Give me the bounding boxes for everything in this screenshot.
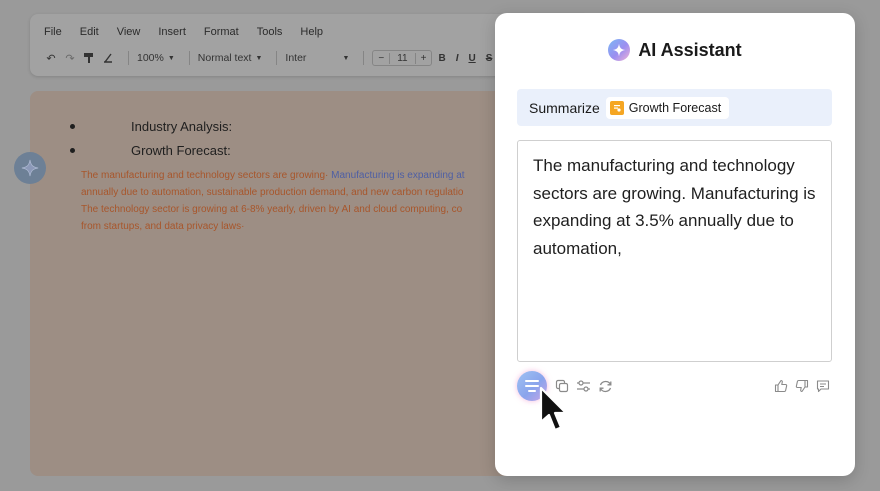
menu-bar: File Edit View Insert Format Tools Help	[44, 26, 341, 38]
adjust-icon[interactable]	[575, 378, 591, 394]
chevron-down-icon: ▼	[255, 54, 263, 62]
toolbar-divider	[128, 51, 129, 65]
menu-help[interactable]: Help	[300, 26, 323, 38]
regenerate-icon[interactable]	[597, 378, 613, 394]
bullet-dot	[70, 148, 75, 153]
paragraph-line: annually due to automation, sustainable …	[81, 184, 511, 201]
undo-icon[interactable]: ↶	[44, 51, 58, 65]
underline-button[interactable]: U	[468, 53, 475, 64]
text-segment: The technology sector is growing at 6-8%…	[81, 204, 463, 215]
toolbar-divider	[363, 51, 365, 65]
bullet-text: Growth Forecast:	[131, 143, 231, 158]
menu-tools[interactable]: Tools	[257, 26, 283, 38]
document-paragraph: The manufacturing and technology sectors…	[81, 167, 511, 235]
menu-format[interactable]: Format	[204, 26, 239, 38]
chevron-down-icon: ▼	[342, 54, 350, 62]
panel-header: AI Assistant	[495, 39, 855, 61]
font-size-decrease-button[interactable]: −	[373, 53, 389, 64]
text-segment: Manufacturing is expanding at	[331, 170, 465, 181]
paint-format-icon[interactable]	[82, 51, 96, 65]
paragraph-line: The technology sector is growing at 6-8%…	[81, 201, 511, 218]
clear-format-icon[interactable]	[101, 51, 115, 65]
font-size-increase-button[interactable]: +	[416, 53, 432, 64]
prompt-bar: Summarize Growth Forecast	[517, 89, 832, 126]
output-text: The manufacturing and technology sectors…	[533, 156, 816, 258]
prompt-action: Summarize	[529, 99, 600, 116]
menu-edit[interactable]: Edit	[80, 26, 99, 38]
ai-launcher-button[interactable]	[14, 152, 46, 184]
bold-button[interactable]: B	[438, 53, 445, 64]
menu-insert[interactable]: Insert	[158, 26, 186, 38]
chip-label: Growth Forecast	[628, 100, 722, 115]
sparkle-icon	[21, 159, 39, 177]
style-select[interactable]: Normal text	[198, 52, 252, 64]
italic-button[interactable]: I	[456, 53, 459, 64]
output-box[interactable]: The manufacturing and technology sectors…	[517, 140, 832, 362]
thumbs-down-icon[interactable]	[794, 378, 810, 394]
bullet-text: Industry Analysis:	[131, 119, 233, 134]
toolbar-divider	[276, 51, 278, 65]
zoom-select[interactable]: 100%	[137, 52, 164, 64]
menu-view[interactable]: View	[117, 26, 141, 38]
mouse-cursor-icon	[539, 386, 568, 432]
strikethrough-button[interactable]: S	[486, 53, 493, 64]
toolbar-divider	[188, 51, 190, 65]
text-segment: The manufacturing and technology sectors…	[81, 170, 332, 181]
font-size-stepper: − 11 +	[372, 50, 433, 66]
text-segment: annually due to automation, sustainable …	[81, 187, 464, 198]
font-select[interactable]: Inter	[285, 52, 306, 64]
context-chip[interactable]: Growth Forecast	[605, 96, 730, 119]
panel-title: AI Assistant	[638, 39, 742, 60]
list-item: Industry Analysis:	[70, 119, 232, 134]
text-segment: from startups, and data privacy laws·	[81, 221, 245, 232]
format-toolbar: ↶ ↷ 100% ▼ Normal text ▼ Inter ▼ − 11 + …	[44, 50, 520, 66]
thumbs-up-icon[interactable]	[773, 378, 789, 394]
paragraph-line: The manufacturing and technology sectors…	[81, 167, 511, 184]
chevron-down-icon: ▼	[167, 54, 175, 62]
paragraph-line: from startups, and data privacy laws·	[81, 218, 511, 235]
bullet-dot	[70, 124, 75, 129]
sparkle-icon	[608, 39, 631, 61]
list-item: Growth Forecast:	[70, 143, 231, 158]
document-icon	[609, 100, 624, 115]
menu-file[interactable]: File	[44, 26, 62, 38]
comment-icon[interactable]	[815, 378, 831, 394]
redo-icon[interactable]: ↷	[63, 51, 77, 65]
font-size-input[interactable]: 11	[389, 52, 416, 64]
